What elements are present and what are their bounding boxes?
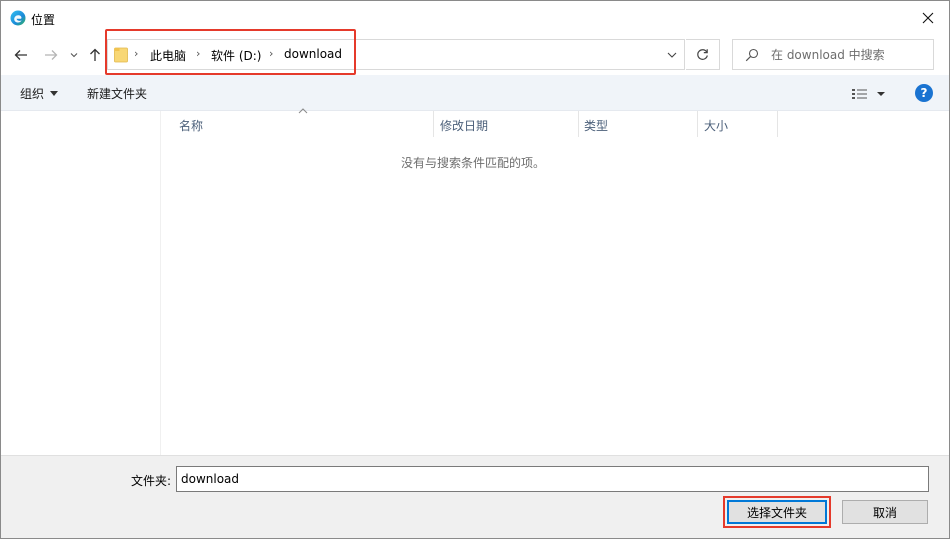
- arrow-right-icon: [45, 50, 58, 60]
- close-icon: [922, 12, 934, 24]
- folder-name-input[interactable]: [176, 466, 929, 492]
- address-history-dropdown[interactable]: [662, 47, 682, 63]
- chevron-down-icon: [70, 53, 78, 58]
- navigation-pane[interactable]: [1, 111, 161, 455]
- breadcrumb-download[interactable]: download: [284, 47, 342, 61]
- arrow-left-icon: [14, 50, 27, 60]
- new-folder-button[interactable]: 新建文件夹: [87, 85, 147, 102]
- column-header-size[interactable]: 大小: [698, 111, 777, 137]
- refresh-icon: [697, 49, 708, 60]
- close-button[interactable]: [915, 7, 941, 29]
- view-options-button[interactable]: [851, 85, 891, 103]
- cancel-button[interactable]: 取消: [842, 500, 928, 524]
- column-header-type[interactable]: 类型: [579, 111, 697, 137]
- breadcrumb-separator-icon: ›: [269, 47, 274, 60]
- folder-field-label: 文件夹:: [131, 474, 172, 488]
- column-header-label: 名称: [179, 119, 204, 133]
- refresh-button[interactable]: [686, 39, 720, 70]
- select-folder-button[interactable]: 选择文件夹: [727, 500, 827, 524]
- recent-locations-button[interactable]: [67, 45, 81, 65]
- toolbar: 组织 新建文件夹 ?: [1, 75, 949, 111]
- up-button[interactable]: [87, 45, 103, 65]
- back-button[interactable]: [11, 45, 31, 65]
- search-box[interactable]: [732, 39, 934, 70]
- column-header-label: 修改日期: [440, 119, 489, 133]
- empty-results-message: 没有与搜索条件匹配的项。: [400, 156, 545, 170]
- breadcrumb-this-pc[interactable]: 此电脑: [150, 47, 186, 64]
- organize-label: 组织: [20, 87, 45, 101]
- forward-button[interactable]: [41, 45, 61, 65]
- title-bar: 位置: [1, 1, 949, 35]
- organize-menu[interactable]: 组织: [20, 85, 59, 102]
- chevron-down-icon: [667, 52, 677, 58]
- navigation-bar: › 此电脑 › 软件 (D:) › download: [1, 35, 949, 75]
- search-icon: [745, 48, 759, 62]
- breadcrumb-drive-d[interactable]: 软件 (D:): [211, 47, 261, 64]
- breadcrumb-separator-icon: ›: [134, 47, 139, 60]
- column-header-label: 大小: [704, 119, 729, 133]
- help-button[interactable]: ?: [915, 84, 933, 102]
- details-view-icon: [852, 89, 885, 99]
- breadcrumb-separator-icon: ›: [196, 47, 201, 60]
- column-header-date-modified[interactable]: 修改日期: [434, 111, 578, 137]
- folder-picker-dialog: 位置 › 此电脑 › 软件 (D:) › download 在 download…: [0, 0, 950, 539]
- edge-icon: [10, 10, 26, 26]
- column-divider[interactable]: [777, 111, 778, 137]
- address-bar[interactable]: › 此电脑 › 软件 (D:) › download: [107, 39, 685, 70]
- file-list-pane[interactable]: 名称 修改日期 类型 大小 没有与搜索条件匹配的项。: [162, 108, 949, 455]
- column-header-name[interactable]: 名称: [162, 111, 433, 137]
- column-header-label: 类型: [584, 119, 609, 133]
- folder-icon: [114, 47, 128, 63]
- window-title: 位置: [31, 13, 56, 27]
- search-input[interactable]: [771, 46, 926, 64]
- dialog-footer: 文件夹: 选择文件夹 取消: [1, 455, 949, 538]
- caret-down-icon: [50, 91, 59, 96]
- arrow-up-icon: [90, 48, 100, 61]
